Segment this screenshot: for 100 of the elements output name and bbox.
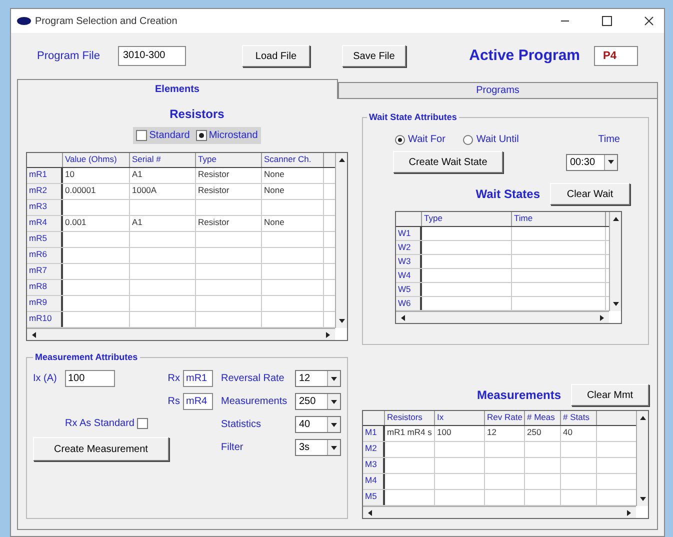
button[interactable]: Save File [342,45,406,67]
scroll-up-icon[interactable] [638,414,646,422]
row-header[interactable]: W3 [396,255,422,268]
table-cell: A1 [130,216,196,231]
scroll-left-icon[interactable] [399,314,407,322]
radio-option[interactable]: Microstand [196,128,258,143]
horizontal-scrollbar[interactable] [27,328,335,340]
dropdown-arrow-icon[interactable] [330,374,338,382]
select-label: Statistics [221,418,262,432]
rs-label: Rs [168,395,180,409]
table-cell: Resistor [196,216,262,231]
app-icon [17,17,31,25]
button[interactable]: Create Measurement [33,437,169,461]
row-header[interactable]: mR1 [27,168,63,183]
dropdown[interactable]: 250 [295,393,341,410]
rx-field[interactable]: mR1 [183,370,213,387]
dropdown[interactable]: 00:30 [566,154,618,170]
scroll-up-icon[interactable] [338,156,346,164]
time-label: Time [598,133,620,147]
column-header: # Stats [561,411,597,425]
rx-label: Rx [168,372,180,386]
scroll-down-icon[interactable] [338,317,346,325]
scroll-right-icon[interactable] [625,508,633,516]
row-header[interactable]: mR4 [27,216,63,231]
vertical-scrollbar[interactable] [335,153,347,328]
tab[interactable]: Programs [338,82,658,99]
table-cell: 12 [485,426,525,441]
dropdown-arrow-icon[interactable] [330,444,338,452]
row-header[interactable]: mR7 [27,264,63,279]
measurements-title: Measurements [476,387,561,404]
column-header: Rev Rate [485,411,525,425]
program-file-field[interactable]: 3010-300 [118,46,186,66]
row-header[interactable]: W4 [396,269,422,282]
current-field[interactable]: 100 [65,370,115,387]
scroll-right-icon[interactable] [324,330,332,338]
button[interactable]: Create Wait State [393,151,503,173]
row-header[interactable]: mR2 [27,184,63,199]
close-icon[interactable] [644,16,654,26]
standard-label: Rx As Standard [65,417,134,431]
row-header[interactable]: mR9 [27,296,63,311]
row-header[interactable]: M2 [363,442,385,457]
select-label: Reversal Rate [221,372,284,386]
horizontal-scrollbar[interactable] [363,506,636,518]
column-header: Value (Ohms) [63,153,130,167]
row-header[interactable]: M4 [363,474,385,489]
vertical-scrollbar[interactable] [609,212,621,311]
dropdown-arrow-icon[interactable] [330,398,338,406]
row-header[interactable]: mR3 [27,200,63,215]
vertical-scrollbar[interactable] [636,411,648,506]
wait-states-title: Wait States [476,186,540,203]
row-header[interactable]: mR5 [27,232,63,247]
rs-field[interactable]: mR4 [183,393,213,410]
row-header[interactable]: M5 [363,490,385,505]
column-header: # Meas [525,411,561,425]
scroll-down-icon[interactable] [612,300,620,308]
maximize-icon[interactable] [602,16,612,26]
column-header: Time [512,212,606,226]
column-header: Scanner Ch. [262,153,324,167]
row-header[interactable]: W6 [396,297,422,310]
table-cell: 1000A [130,184,196,199]
row-header[interactable]: W2 [396,241,422,254]
row-header[interactable]: M1 [363,426,385,441]
scroll-right-icon[interactable] [598,314,606,322]
column-header: Type [422,212,512,226]
table-cell: None [262,184,324,199]
row-header[interactable]: mR6 [27,248,63,263]
scroll-left-icon[interactable] [366,508,374,516]
dropdown[interactable]: 40 [295,416,341,433]
row-header[interactable]: M3 [363,458,385,473]
button[interactable]: Clear Mmt [571,384,649,406]
radio-option[interactable]: Wait Until [463,132,519,147]
row-header[interactable]: mR8 [27,280,63,295]
table-cell: 250 [525,426,561,441]
scroll-up-icon[interactable] [612,215,620,223]
row-header[interactable]: W5 [396,283,422,296]
resistors-title: Resistors [170,106,224,123]
scroll-down-icon[interactable] [638,495,646,503]
radio-option[interactable]: Standard [136,128,190,143]
row-header[interactable]: W1 [396,227,422,240]
current-label: Ix (A) [33,372,58,386]
dropdown[interactable]: 3s [295,439,341,456]
radio-option[interactable]: Wait For [395,132,446,147]
tab[interactable]: Elements [17,79,338,99]
program-file-label: Program File [37,48,100,64]
table-cell: Resistor [196,168,262,183]
column-header: Serial # [130,153,196,167]
table-cell: None [262,168,324,183]
select-label: Filter [221,441,244,455]
horizontal-scrollbar[interactable] [396,311,609,323]
column-header: Type [196,153,262,167]
dropdown-arrow-icon[interactable] [330,420,338,428]
row-header[interactable]: mR10 [27,312,63,327]
table-cell: A1 [130,168,196,183]
button[interactable]: Load File [242,45,310,67]
standard-checkbox[interactable] [137,418,148,429]
scroll-left-icon[interactable] [30,330,38,338]
dropdown[interactable]: 12 [295,370,341,387]
button[interactable]: Clear Wait [550,183,630,205]
dropdown-arrow-icon[interactable] [607,158,615,166]
table-cell: 10 [63,168,130,183]
